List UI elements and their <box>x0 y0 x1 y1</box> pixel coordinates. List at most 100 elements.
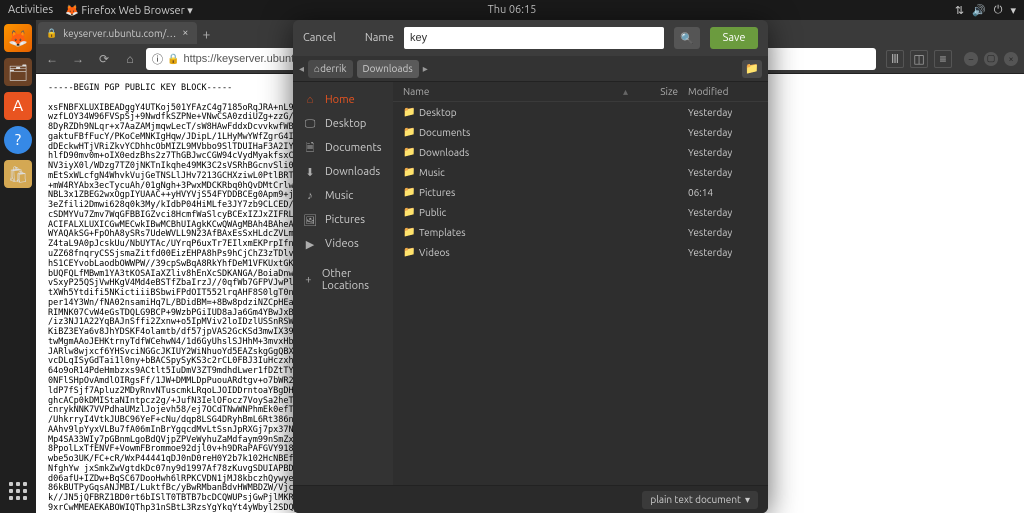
sidebar-item-label: Documents <box>325 142 382 154</box>
menu-icon[interactable]: ≡ <box>934 50 952 68</box>
show-applications[interactable] <box>4 477 32 505</box>
file-modified: 06:14 <box>678 187 758 198</box>
network-icon[interactable]: ⇅ <box>955 4 964 17</box>
file-modified: Yesterday <box>678 167 758 178</box>
sidebar-item-label: Other Locations <box>322 268 383 292</box>
browser-tab[interactable]: 🔒 keyserver.ubuntu.com/… × <box>38 22 197 44</box>
sidebar-item-videos[interactable]: ▶ Videos <box>293 232 393 256</box>
file-name: Music <box>419 167 628 178</box>
sidebar-icon[interactable]: ◫ <box>910 50 928 68</box>
file-row[interactable]: 📁Pictures 06:14 <box>393 182 768 202</box>
file-row[interactable]: 📁MusicYesterday <box>393 162 768 182</box>
file-modified: Yesterday <box>678 127 758 138</box>
folder-icon: ⌂ <box>303 94 317 106</box>
system-menu-chevron-icon[interactable]: ▾ <box>1010 4 1016 17</box>
file-row[interactable]: 📁TemplatesYesterday <box>393 222 768 242</box>
file-name: Public <box>419 207 628 218</box>
app-menu[interactable]: 🦊 Firefox Web Browser ▾ <box>65 4 193 17</box>
file-modified: Yesterday <box>678 107 758 118</box>
file-list: Name ▴ Size Modified 📁DesktopYesterday📁D… <box>393 82 768 485</box>
path-back-icon[interactable]: ◂ <box>299 63 304 75</box>
folder-icon: 📁 <box>403 186 419 198</box>
file-modified: Yesterday <box>678 207 758 218</box>
back-button[interactable]: ← <box>42 49 62 69</box>
folder-icon: 🖼 <box>303 214 317 227</box>
file-modified: Yesterday <box>678 247 758 258</box>
forward-button[interactable]: → <box>68 49 88 69</box>
dock-firefox[interactable]: 🦊 <box>4 24 32 52</box>
filename-input[interactable] <box>404 27 664 49</box>
path-home[interactable]: ⌂ derrik <box>308 60 352 78</box>
reload-button[interactable]: ⟳ <box>94 49 114 69</box>
sidebar-item-label: Desktop <box>325 118 366 130</box>
file-row[interactable]: 📁Documents Yesterday <box>393 122 768 142</box>
folder-icon: ⬇ <box>303 166 317 179</box>
cancel-button[interactable]: Cancel <box>303 32 336 44</box>
gnome-topbar: Activities 🦊 Firefox Web Browser ▾ Thu 0… <box>0 0 1024 20</box>
file-modified: Yesterday <box>678 147 758 158</box>
minimize-button[interactable]: – <box>964 52 978 66</box>
folder-icon: 📁 <box>403 246 419 258</box>
tab-close-icon[interactable]: × <box>182 27 188 39</box>
sidebar-item-label: Home <box>325 94 355 106</box>
file-row[interactable]: 📁DownloadsYesterday <box>393 142 768 162</box>
folder-icon: 🗎 <box>303 139 317 158</box>
close-button[interactable]: × <box>1004 52 1018 66</box>
clock[interactable]: Thu 06:15 <box>488 4 537 16</box>
sidebar-item-label: Videos <box>325 238 359 250</box>
dock-amazon[interactable]: 🛍 <box>4 160 32 188</box>
file-row[interactable]: 📁DesktopYesterday <box>393 102 768 122</box>
file-row[interactable]: 📁Videos Yesterday <box>393 242 768 262</box>
file-name: Pictures <box>419 187 628 198</box>
lock-icon: 🔒 <box>46 28 57 39</box>
places-sidebar: ⌂Home🖵Desktop🗎Documents⬇Downloads♪Music🖼… <box>293 82 393 485</box>
path-forward-icon[interactable]: ▸ <box>423 63 428 75</box>
folder-icon: + <box>303 274 314 286</box>
lock-icon: 🔒 <box>167 53 179 65</box>
tab-title: keyserver.ubuntu.com/… <box>63 28 176 39</box>
column-size[interactable]: Size <box>628 86 678 97</box>
file-type-selector[interactable]: plain text document ▾ <box>642 491 758 509</box>
file-list-header: Name ▴ Size Modified <box>393 82 768 102</box>
info-icon[interactable]: ⓘ <box>152 51 163 67</box>
home-button[interactable]: ⌂ <box>120 49 140 69</box>
ubuntu-dock: 🦊 🗂 A ? 🛍 <box>0 20 36 513</box>
dock-help[interactable]: ? <box>4 126 32 154</box>
power-icon[interactable]: ⏻ <box>994 4 1003 17</box>
folder-icon: 📁 <box>403 206 419 218</box>
file-name: Documents <box>419 127 628 138</box>
folder-icon: 📁 <box>403 226 419 238</box>
sidebar-item-label: Downloads <box>325 166 380 178</box>
folder-icon: 🖵 <box>303 118 317 131</box>
file-name: Videos <box>419 247 628 258</box>
sidebar-item-desktop[interactable]: 🖵 Desktop <box>293 112 393 136</box>
search-button[interactable]: 🔍 <box>674 27 700 49</box>
activities-button[interactable]: Activities <box>8 4 53 17</box>
folder-icon: 📁 <box>403 126 419 138</box>
column-modified[interactable]: Modified <box>678 86 758 97</box>
sidebar-item-downloads[interactable]: ⬇ Downloads <box>293 160 393 184</box>
column-name[interactable]: Name <box>403 86 623 97</box>
file-modified: Yesterday <box>678 227 758 238</box>
dock-software[interactable]: A <box>4 92 32 120</box>
dock-files[interactable]: 🗂 <box>4 58 32 86</box>
library-icon[interactable]: Ⅲ <box>886 50 904 68</box>
sidebar-item-other-locations[interactable]: + Other Locations <box>293 268 393 292</box>
save-button[interactable]: Save <box>710 27 758 49</box>
folder-icon: ♪ <box>303 190 317 202</box>
sidebar-item-pictures[interactable]: 🖼Pictures <box>293 208 393 232</box>
create-folder-button[interactable]: 📁 <box>742 60 762 78</box>
sidebar-item-home[interactable]: ⌂ Home <box>293 88 393 112</box>
folder-icon: 📁 <box>403 106 419 118</box>
sidebar-item-documents[interactable]: 🗎 Documents <box>293 136 393 160</box>
path-bar: ◂ ⌂ derrik Downloads ▸ 📁 <box>293 56 768 82</box>
chevron-down-icon: ▾ <box>745 494 750 506</box>
dialog-footer: plain text document ▾ <box>293 485 768 513</box>
path-folder[interactable]: Downloads <box>357 60 419 78</box>
maximize-button[interactable]: ▢ <box>984 52 998 66</box>
new-tab-button[interactable]: + <box>197 24 217 44</box>
folder-icon: ▶ <box>303 238 317 251</box>
file-row[interactable]: 📁Public Yesterday <box>393 202 768 222</box>
sound-icon[interactable]: 🔊 <box>972 4 986 17</box>
sidebar-item-music[interactable]: ♪Music <box>293 184 393 208</box>
